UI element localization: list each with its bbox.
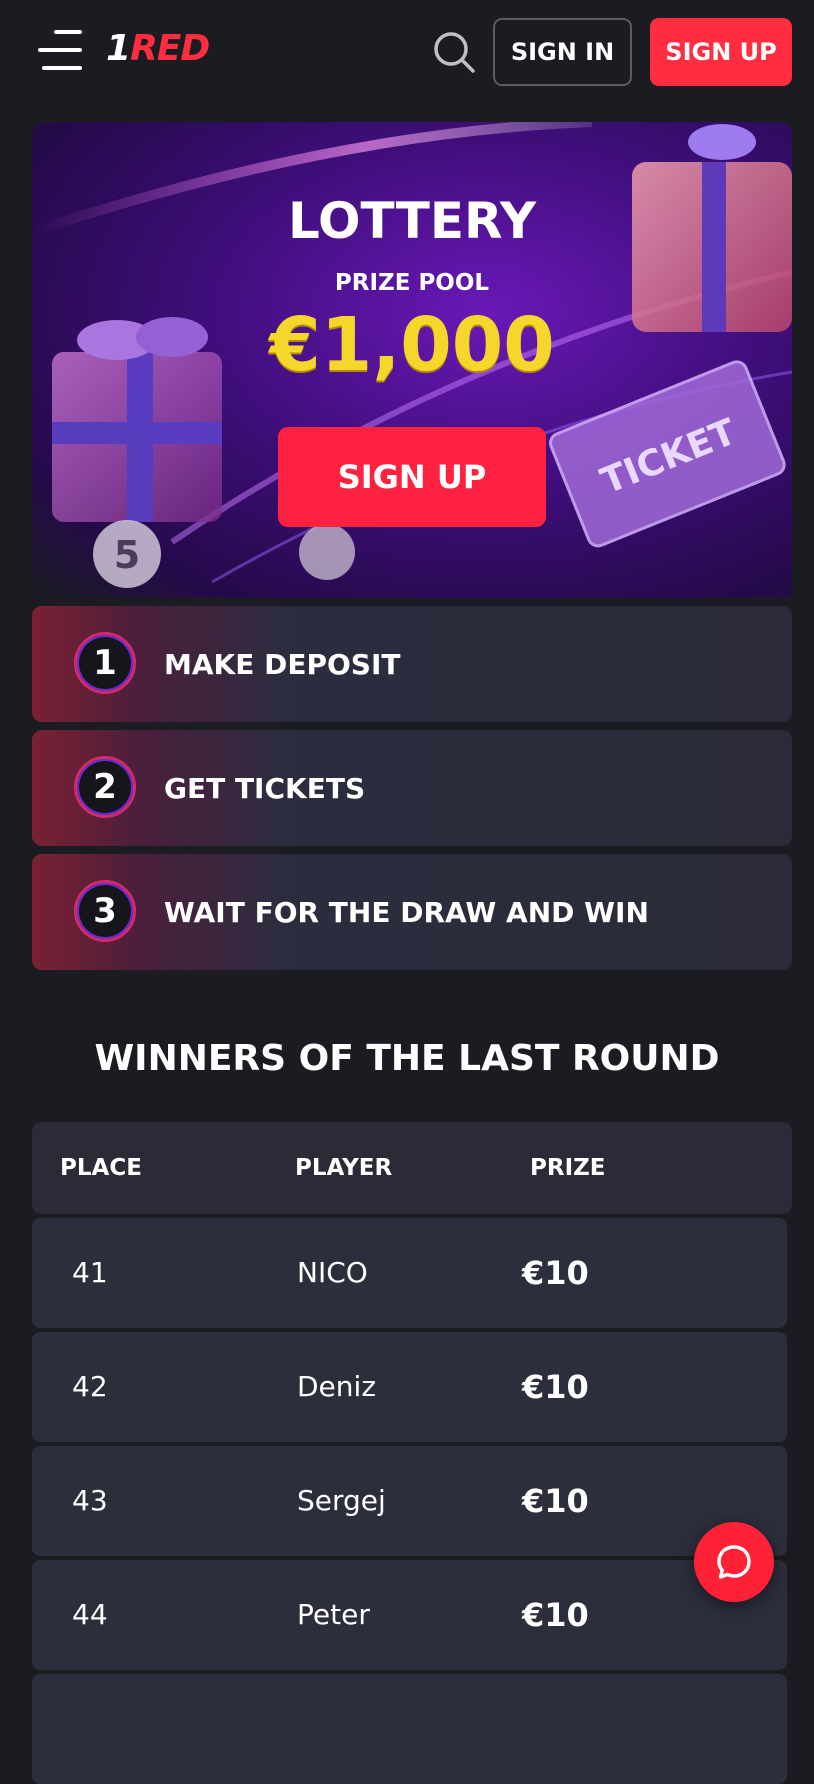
table-row: 44 Peter €10 (32, 1560, 787, 1670)
hamburger-menu-icon[interactable] (38, 30, 86, 70)
step-make-deposit: 1 MAKE DEPOSIT (32, 606, 792, 722)
sign-up-button[interactable]: SIGN UP (650, 18, 792, 86)
brand-logo[interactable]: 1RED (106, 28, 210, 69)
step-label: WAIT FOR THE DRAW AND WIN (164, 895, 649, 929)
column-header-prize: PRIZE (530, 1155, 606, 1181)
table-row: 42 Deniz €10 (32, 1332, 787, 1442)
banner-title: LOTTERY (287, 192, 537, 250)
sign-in-button[interactable]: SIGN IN (493, 18, 632, 86)
step-number-badge: 1 (74, 632, 136, 694)
svg-text:5: 5 (114, 533, 140, 577)
top-header: 1RED SIGN IN SIGN UP (0, 0, 814, 104)
step-number-badge: 2 (74, 756, 136, 818)
winners-section-title: WINNERS OF THE LAST ROUND (94, 1038, 720, 1079)
winners-table-header: PLACE PLAYER PRIZE (32, 1122, 792, 1214)
step-label: GET TICKETS (164, 771, 366, 805)
step-number-badge: 3 (74, 880, 136, 942)
chat-bubble-icon[interactable] (694, 1522, 774, 1602)
column-header-player: PLAYER (295, 1155, 393, 1181)
column-header-place: PLACE (60, 1155, 142, 1181)
table-row: 43 Sergej €10 (32, 1446, 787, 1556)
row-prize: €10 (522, 1482, 589, 1520)
row-player: Sergej (297, 1484, 386, 1517)
step-label: MAKE DEPOSIT (164, 647, 401, 681)
prize-pool-amount: €1,000 (269, 302, 555, 388)
row-player: Peter (297, 1598, 370, 1631)
step-get-tickets: 2 GET TICKETS (32, 730, 792, 846)
row-player: Deniz (297, 1370, 377, 1403)
row-place: 42 (72, 1370, 108, 1403)
row-player: NICO (297, 1256, 368, 1289)
lottery-banner: 5 TICKET LOTTERY PRIZE POOL €1,000 SIGN … (32, 122, 792, 598)
row-prize: €10 (522, 1368, 589, 1406)
row-place: 41 (72, 1256, 108, 1289)
search-icon[interactable] (432, 30, 476, 74)
step-wait-for-draw: 3 WAIT FOR THE DRAW AND WIN (32, 854, 792, 970)
row-place: 43 (72, 1484, 108, 1517)
banner-sign-up-button[interactable]: SIGN UP (278, 427, 546, 527)
table-row: 41 NICO €10 (32, 1218, 787, 1328)
row-prize: €10 (522, 1254, 589, 1292)
row-prize: €10 (522, 1596, 589, 1634)
row-place: 44 (72, 1598, 108, 1631)
table-row (32, 1674, 787, 1784)
banner-subtitle: PRIZE POOL (334, 270, 490, 296)
